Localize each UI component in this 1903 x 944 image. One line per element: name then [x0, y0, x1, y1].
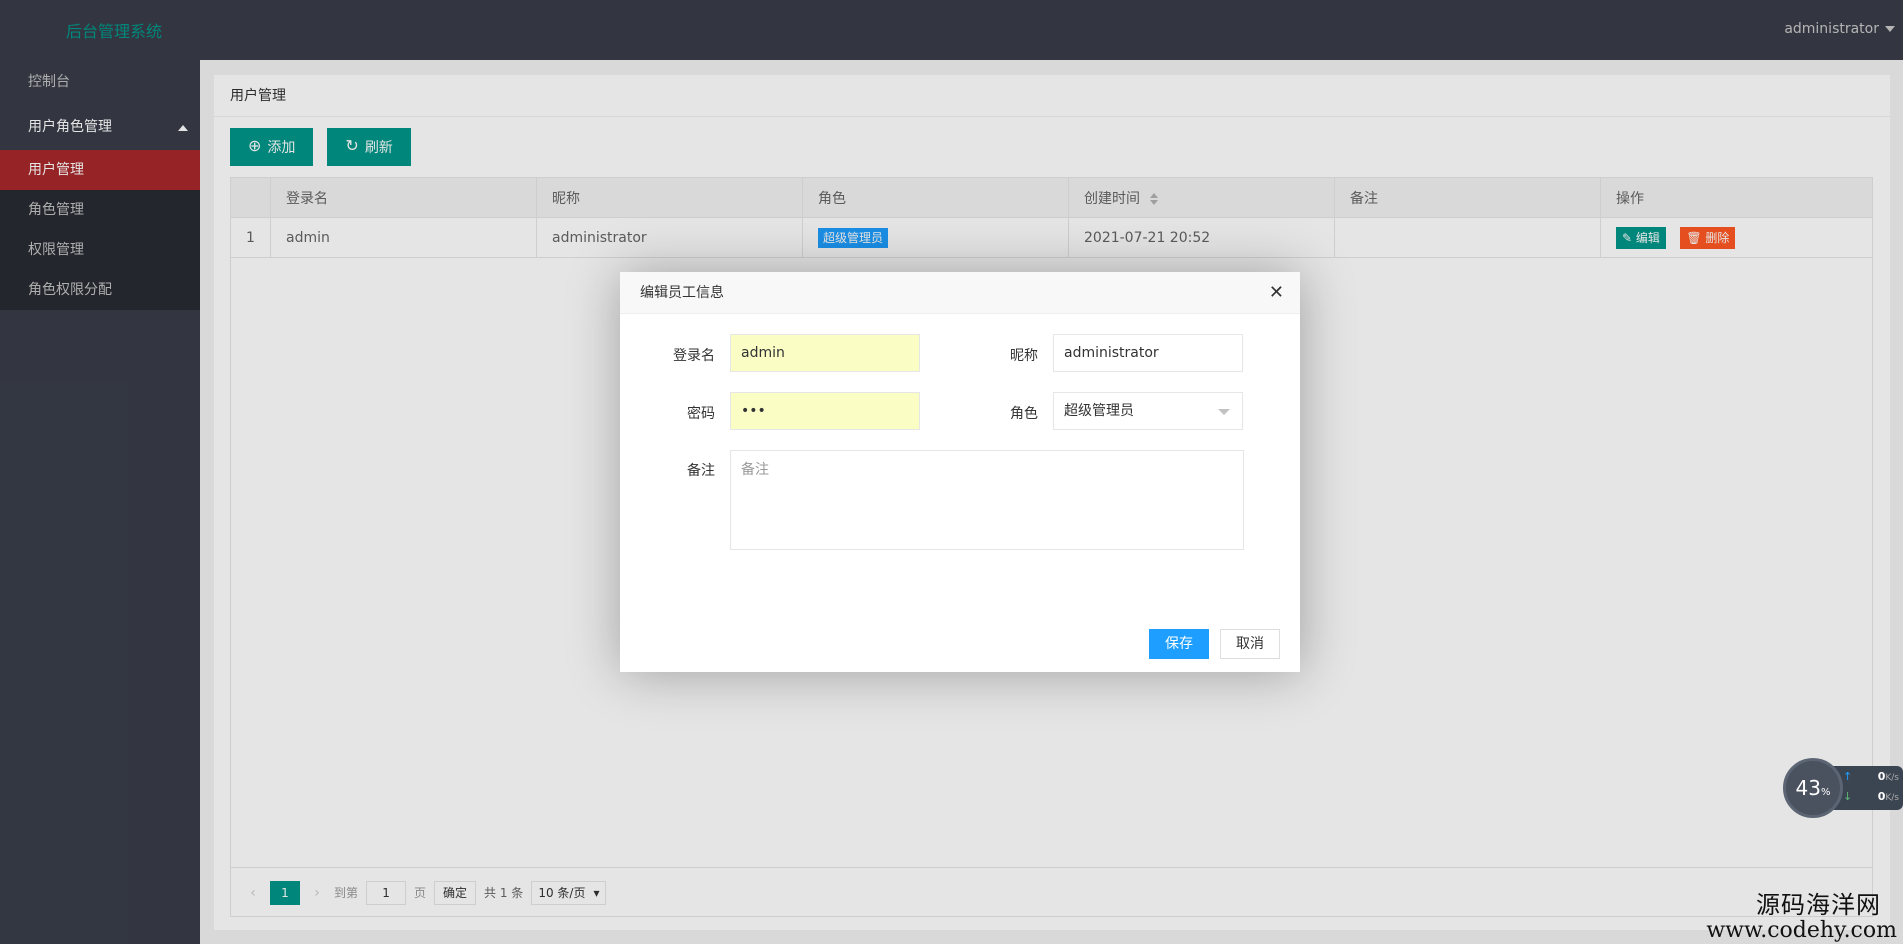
- role-select-value: 超级管理员: [1064, 403, 1134, 419]
- role-label: 角色: [1010, 406, 1038, 422]
- edit-employee-dialog: 编辑员工信息 ✕ 登录名 admin 昵称 administrator 密码 •…: [620, 272, 1300, 672]
- upload-rate-unit: K/s: [1885, 773, 1899, 783]
- nickname-field[interactable]: administrator: [1053, 334, 1243, 372]
- role-select[interactable]: 超级管理员: [1053, 392, 1243, 430]
- download-rate-unit: K/s: [1885, 793, 1899, 803]
- nickname-label: 昵称: [1010, 348, 1038, 364]
- watermark: 源码海洋网 www.codehy.com: [1706, 892, 1897, 944]
- download-rate: ↓ 0K/s: [1843, 790, 1899, 803]
- usage-gauge: 43%: [1783, 758, 1843, 818]
- dialog-header: 编辑员工信息 ✕: [620, 272, 1300, 314]
- login-label: 登录名: [673, 348, 715, 364]
- usage-percent-unit: %: [1820, 786, 1831, 798]
- dialog-title: 编辑员工信息: [640, 285, 724, 301]
- arrow-up-icon: ↑: [1843, 770, 1853, 783]
- save-button[interactable]: 保存: [1149, 629, 1209, 659]
- arrow-down-icon: ↓: [1843, 790, 1853, 803]
- network-speed-widget[interactable]: 43% ↑ 0K/s ↓ 0K/s: [1783, 758, 1903, 818]
- watermark-line2: www.codehy.com: [1706, 918, 1897, 943]
- password-field[interactable]: •••: [730, 392, 920, 430]
- usage-percent: 43: [1795, 776, 1821, 800]
- password-label: 密码: [687, 406, 715, 422]
- cancel-button[interactable]: 取消: [1220, 629, 1280, 659]
- remark-label: 备注: [687, 463, 715, 479]
- chevron-down-icon: [1218, 409, 1230, 415]
- watermark-line1: 源码海洋网: [1756, 891, 1881, 919]
- upload-rate: ↑ 0K/s: [1843, 770, 1899, 783]
- login-field[interactable]: admin: [730, 334, 920, 372]
- close-icon[interactable]: ✕: [1269, 272, 1284, 314]
- remark-textarea[interactable]: 备注: [730, 450, 1244, 550]
